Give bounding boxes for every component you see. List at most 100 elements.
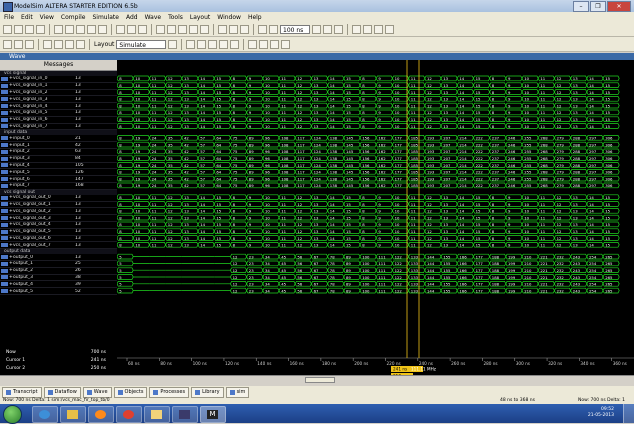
signal-row[interactable]: + input_3 84 bbox=[0, 156, 117, 163]
maximize-button[interactable]: ❐ bbox=[590, 1, 606, 12]
horizontal-scrollbar[interactable] bbox=[0, 375, 634, 385]
signal-row[interactable]: + output_3 38 bbox=[0, 275, 117, 282]
wave-collapse-icon[interactable] bbox=[197, 39, 207, 49]
tab-objects[interactable]: Objects bbox=[113, 386, 148, 398]
minimize-button[interactable]: – bbox=[573, 1, 589, 12]
cursor-row-2[interactable]: Cursor 2 250 ns bbox=[0, 364, 117, 372]
restart-icon[interactable] bbox=[258, 24, 267, 34]
list-icon[interactable] bbox=[385, 24, 394, 34]
open-icon[interactable] bbox=[14, 24, 23, 34]
print-icon[interactable] bbox=[36, 24, 45, 34]
signal-row[interactable]: + input_1 42 bbox=[0, 142, 117, 149]
wave-edge-icon[interactable] bbox=[219, 39, 229, 49]
stop-icon[interactable] bbox=[334, 24, 343, 34]
cursor-row-1[interactable]: Cursor 1 241 ns bbox=[0, 356, 117, 364]
zoom-in-wave-icon[interactable] bbox=[248, 39, 258, 49]
signal-row[interactable]: + vcs_signal_out_6 13 bbox=[0, 236, 117, 243]
dataflow-icon[interactable] bbox=[363, 24, 372, 34]
menu-view[interactable]: View bbox=[40, 14, 54, 21]
tab-processes[interactable]: Processes bbox=[149, 386, 190, 398]
insert-divider-icon[interactable] bbox=[43, 39, 52, 49]
waveform-canvas[interactable]: 8 10 11 12 13 14 15 8 9 10 11 12 13 14 15 8 9 10 11 12 13 14 1… bbox=[117, 60, 634, 385]
signal-row[interactable]: + vcs_signal_out_2 13 bbox=[0, 208, 117, 216]
edge-prev-icon[interactable] bbox=[65, 39, 74, 49]
compile-all-icon[interactable] bbox=[138, 24, 147, 34]
signal-row[interactable]: + output_2 26 bbox=[0, 268, 117, 275]
explorer-icon[interactable] bbox=[144, 406, 170, 423]
layout-select[interactable]: Simulate bbox=[116, 39, 167, 49]
menu-simulate[interactable]: Simulate bbox=[92, 14, 119, 21]
tab-dataflow[interactable]: Dataflow bbox=[43, 386, 81, 398]
signal-row[interactable]: + input_5 126 bbox=[0, 169, 117, 177]
zoom-in-icon[interactable] bbox=[218, 24, 227, 34]
compile-icon[interactable] bbox=[127, 24, 136, 34]
menu-compile[interactable]: Compile bbox=[61, 14, 86, 21]
chrome-icon[interactable] bbox=[116, 406, 142, 423]
modelsim-icon[interactable]: M bbox=[200, 406, 226, 423]
signal-row[interactable]: + vcs_signal_out_3 13 bbox=[0, 215, 117, 222]
tab-sim[interactable]: sim bbox=[225, 386, 250, 398]
save-icon[interactable] bbox=[25, 24, 34, 34]
signal-row[interactable]: + vcs_signal_out_4 13 bbox=[0, 222, 117, 229]
signal-row[interactable]: + vcs_signal_in_6 13 bbox=[0, 117, 117, 124]
signal-row[interactable]: + vcs_signal_in_3 13 bbox=[0, 96, 117, 104]
menu-wave[interactable]: Wave bbox=[145, 14, 161, 21]
menu-file[interactable]: File bbox=[4, 14, 14, 21]
signal-row[interactable]: + vcs_signal_in_5 13 bbox=[0, 110, 117, 117]
cut-icon[interactable] bbox=[54, 24, 63, 34]
find-icon[interactable] bbox=[116, 24, 125, 34]
break-icon[interactable] bbox=[200, 24, 209, 34]
show-desktop-button[interactable] bbox=[623, 404, 634, 423]
signal-row[interactable]: + vcs_signal_in_2 13 bbox=[0, 90, 117, 97]
folder-icon[interactable] bbox=[60, 406, 86, 423]
redo-icon[interactable] bbox=[98, 24, 107, 34]
signal-row[interactable]: + input_0 21 bbox=[0, 135, 117, 143]
tab-library[interactable]: Library bbox=[191, 386, 224, 398]
signal-row[interactable]: + vcs_signal_out_0 13 bbox=[0, 195, 117, 202]
menu-edit[interactable]: Edit bbox=[21, 14, 33, 21]
new-file-icon[interactable] bbox=[3, 24, 12, 34]
copy-icon[interactable] bbox=[65, 24, 74, 34]
signal-row[interactable]: + output_5 52 bbox=[0, 288, 117, 295]
ie-icon[interactable] bbox=[32, 406, 58, 423]
memory-icon[interactable] bbox=[374, 24, 383, 34]
cursor-lock-icon[interactable] bbox=[25, 39, 34, 49]
signal-row[interactable]: + output_1 25 bbox=[0, 261, 117, 268]
step-out-icon[interactable] bbox=[178, 24, 187, 34]
system-tray-clock[interactable]: 09:52 21-05-2013 bbox=[588, 407, 614, 419]
cursor-row-now[interactable]: Now 700 ns bbox=[0, 348, 117, 356]
signal-row[interactable]: + vcs_signal_in_4 13 bbox=[0, 103, 117, 110]
start-button[interactable] bbox=[3, 405, 22, 424]
signal-row[interactable]: + input_2 63 bbox=[0, 149, 117, 156]
signal-row[interactable]: + input_7 168 bbox=[0, 183, 117, 190]
media-icon[interactable] bbox=[88, 406, 114, 423]
wave-logic-icon[interactable] bbox=[230, 39, 240, 49]
wave-format-icon[interactable] bbox=[208, 39, 218, 49]
zoom-fit-icon[interactable] bbox=[270, 39, 280, 49]
quartus-icon[interactable] bbox=[172, 406, 198, 423]
continue-icon[interactable] bbox=[189, 24, 198, 34]
edge-next-icon[interactable] bbox=[76, 39, 85, 49]
cursor-delete-icon[interactable] bbox=[14, 39, 23, 49]
zoom-cursor-icon[interactable] bbox=[281, 39, 291, 49]
undo-icon[interactable] bbox=[87, 24, 96, 34]
menu-window[interactable]: Window bbox=[217, 14, 241, 21]
step-icon[interactable] bbox=[156, 24, 165, 34]
signal-row[interactable]: + vcs_signal_out_1 13 bbox=[0, 202, 117, 209]
run-all-icon[interactable] bbox=[323, 24, 332, 34]
zoom-full-icon[interactable] bbox=[240, 24, 249, 34]
run-icon[interactable] bbox=[269, 24, 278, 34]
wave-icon[interactable] bbox=[352, 24, 361, 34]
zoom-out-icon[interactable] bbox=[229, 24, 238, 34]
signal-row[interactable]: + vcs_signal_in_1 13 bbox=[0, 83, 117, 90]
run-length-field[interactable]: 100 ns bbox=[280, 24, 310, 34]
signal-row[interactable]: + input_4 105 bbox=[0, 163, 117, 170]
scrollbar-thumb[interactable] bbox=[305, 377, 335, 383]
signal-row[interactable]: + output_0 13 bbox=[0, 254, 117, 261]
tab-wave[interactable]: Wave bbox=[82, 386, 112, 398]
menu-add[interactable]: Add bbox=[126, 14, 138, 21]
menu-layout[interactable]: Layout bbox=[190, 14, 210, 21]
zoom-out-wave-icon[interactable] bbox=[259, 39, 269, 49]
tab-transcript[interactable]: Transcript bbox=[2, 386, 42, 398]
signal-row[interactable]: + input_6 147 bbox=[0, 176, 117, 183]
